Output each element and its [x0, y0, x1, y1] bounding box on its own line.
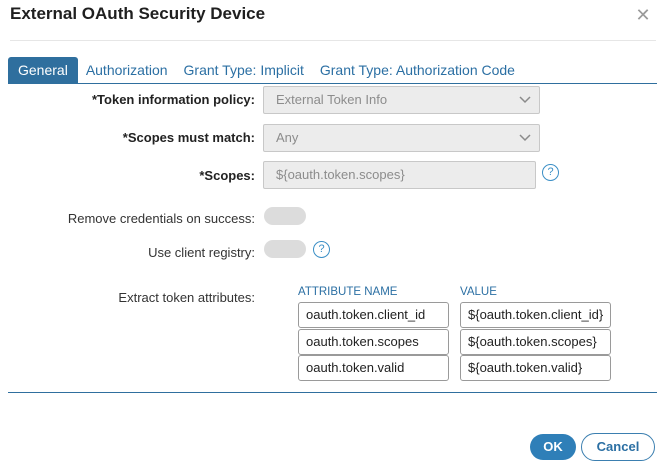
help-icon[interactable]: ?	[313, 241, 330, 258]
token-policy-select[interactable]: External Token Info	[263, 86, 540, 114]
attribute-value-cell[interactable]: ${oauth.token.valid}	[460, 355, 611, 381]
ok-button[interactable]: OK	[530, 434, 576, 460]
attribute-name-cell[interactable]: oauth.token.client_id	[298, 302, 449, 328]
dialog-title: External OAuth Security Device	[10, 4, 266, 23]
remove-credentials-label: Remove credentials on success:	[67, 211, 255, 226]
tab-grant-type-authorization-code[interactable]: Grant Type: Authorization Code	[312, 57, 523, 83]
chevron-down-icon	[519, 96, 531, 104]
attribute-name-header: ATTRIBUTE NAME	[298, 286, 398, 298]
help-icon[interactable]: ?	[542, 164, 559, 181]
client-registry-label: Use client registry:	[148, 245, 255, 260]
scopes-label: *Scopes:	[199, 168, 255, 183]
attribute-value-cell[interactable]: ${oauth.token.client_id}	[460, 302, 611, 328]
client-registry-toggle[interactable]	[264, 240, 306, 258]
chevron-down-icon	[519, 134, 531, 142]
scopes-match-select[interactable]: Any	[263, 124, 540, 152]
tab-underline	[8, 83, 657, 84]
scopes-match-value: Any	[276, 130, 299, 145]
extract-attributes-label: Extract token attributes:	[118, 290, 255, 305]
tab-grant-type-implicit[interactable]: Grant Type: Implicit	[176, 57, 312, 83]
attribute-name-cell[interactable]: oauth.token.valid	[298, 355, 449, 381]
attribute-value-cell[interactable]: ${oauth.token.scopes}	[460, 329, 611, 355]
token-policy-value: External Token Info	[276, 92, 388, 107]
cancel-button[interactable]: Cancel	[581, 433, 655, 461]
footer-divider	[8, 392, 657, 393]
close-icon[interactable]: ✕	[634, 6, 652, 24]
header-divider	[10, 40, 656, 41]
scopes-match-label: *Scopes must match:	[122, 130, 255, 145]
tab-general[interactable]: General	[8, 57, 78, 83]
attribute-name-cell[interactable]: oauth.token.scopes	[298, 329, 449, 355]
value-header: VALUE	[460, 286, 497, 298]
token-policy-label: *Token information policy:	[92, 92, 255, 107]
tab-authorization[interactable]: Authorization	[78, 57, 176, 83]
tab-bar: General Authorization Grant Type: Implic…	[8, 57, 523, 83]
scopes-input[interactable]: ${oauth.token.scopes}	[263, 161, 536, 189]
scopes-value: ${oauth.token.scopes}	[276, 167, 405, 182]
remove-credentials-toggle[interactable]	[264, 207, 306, 225]
